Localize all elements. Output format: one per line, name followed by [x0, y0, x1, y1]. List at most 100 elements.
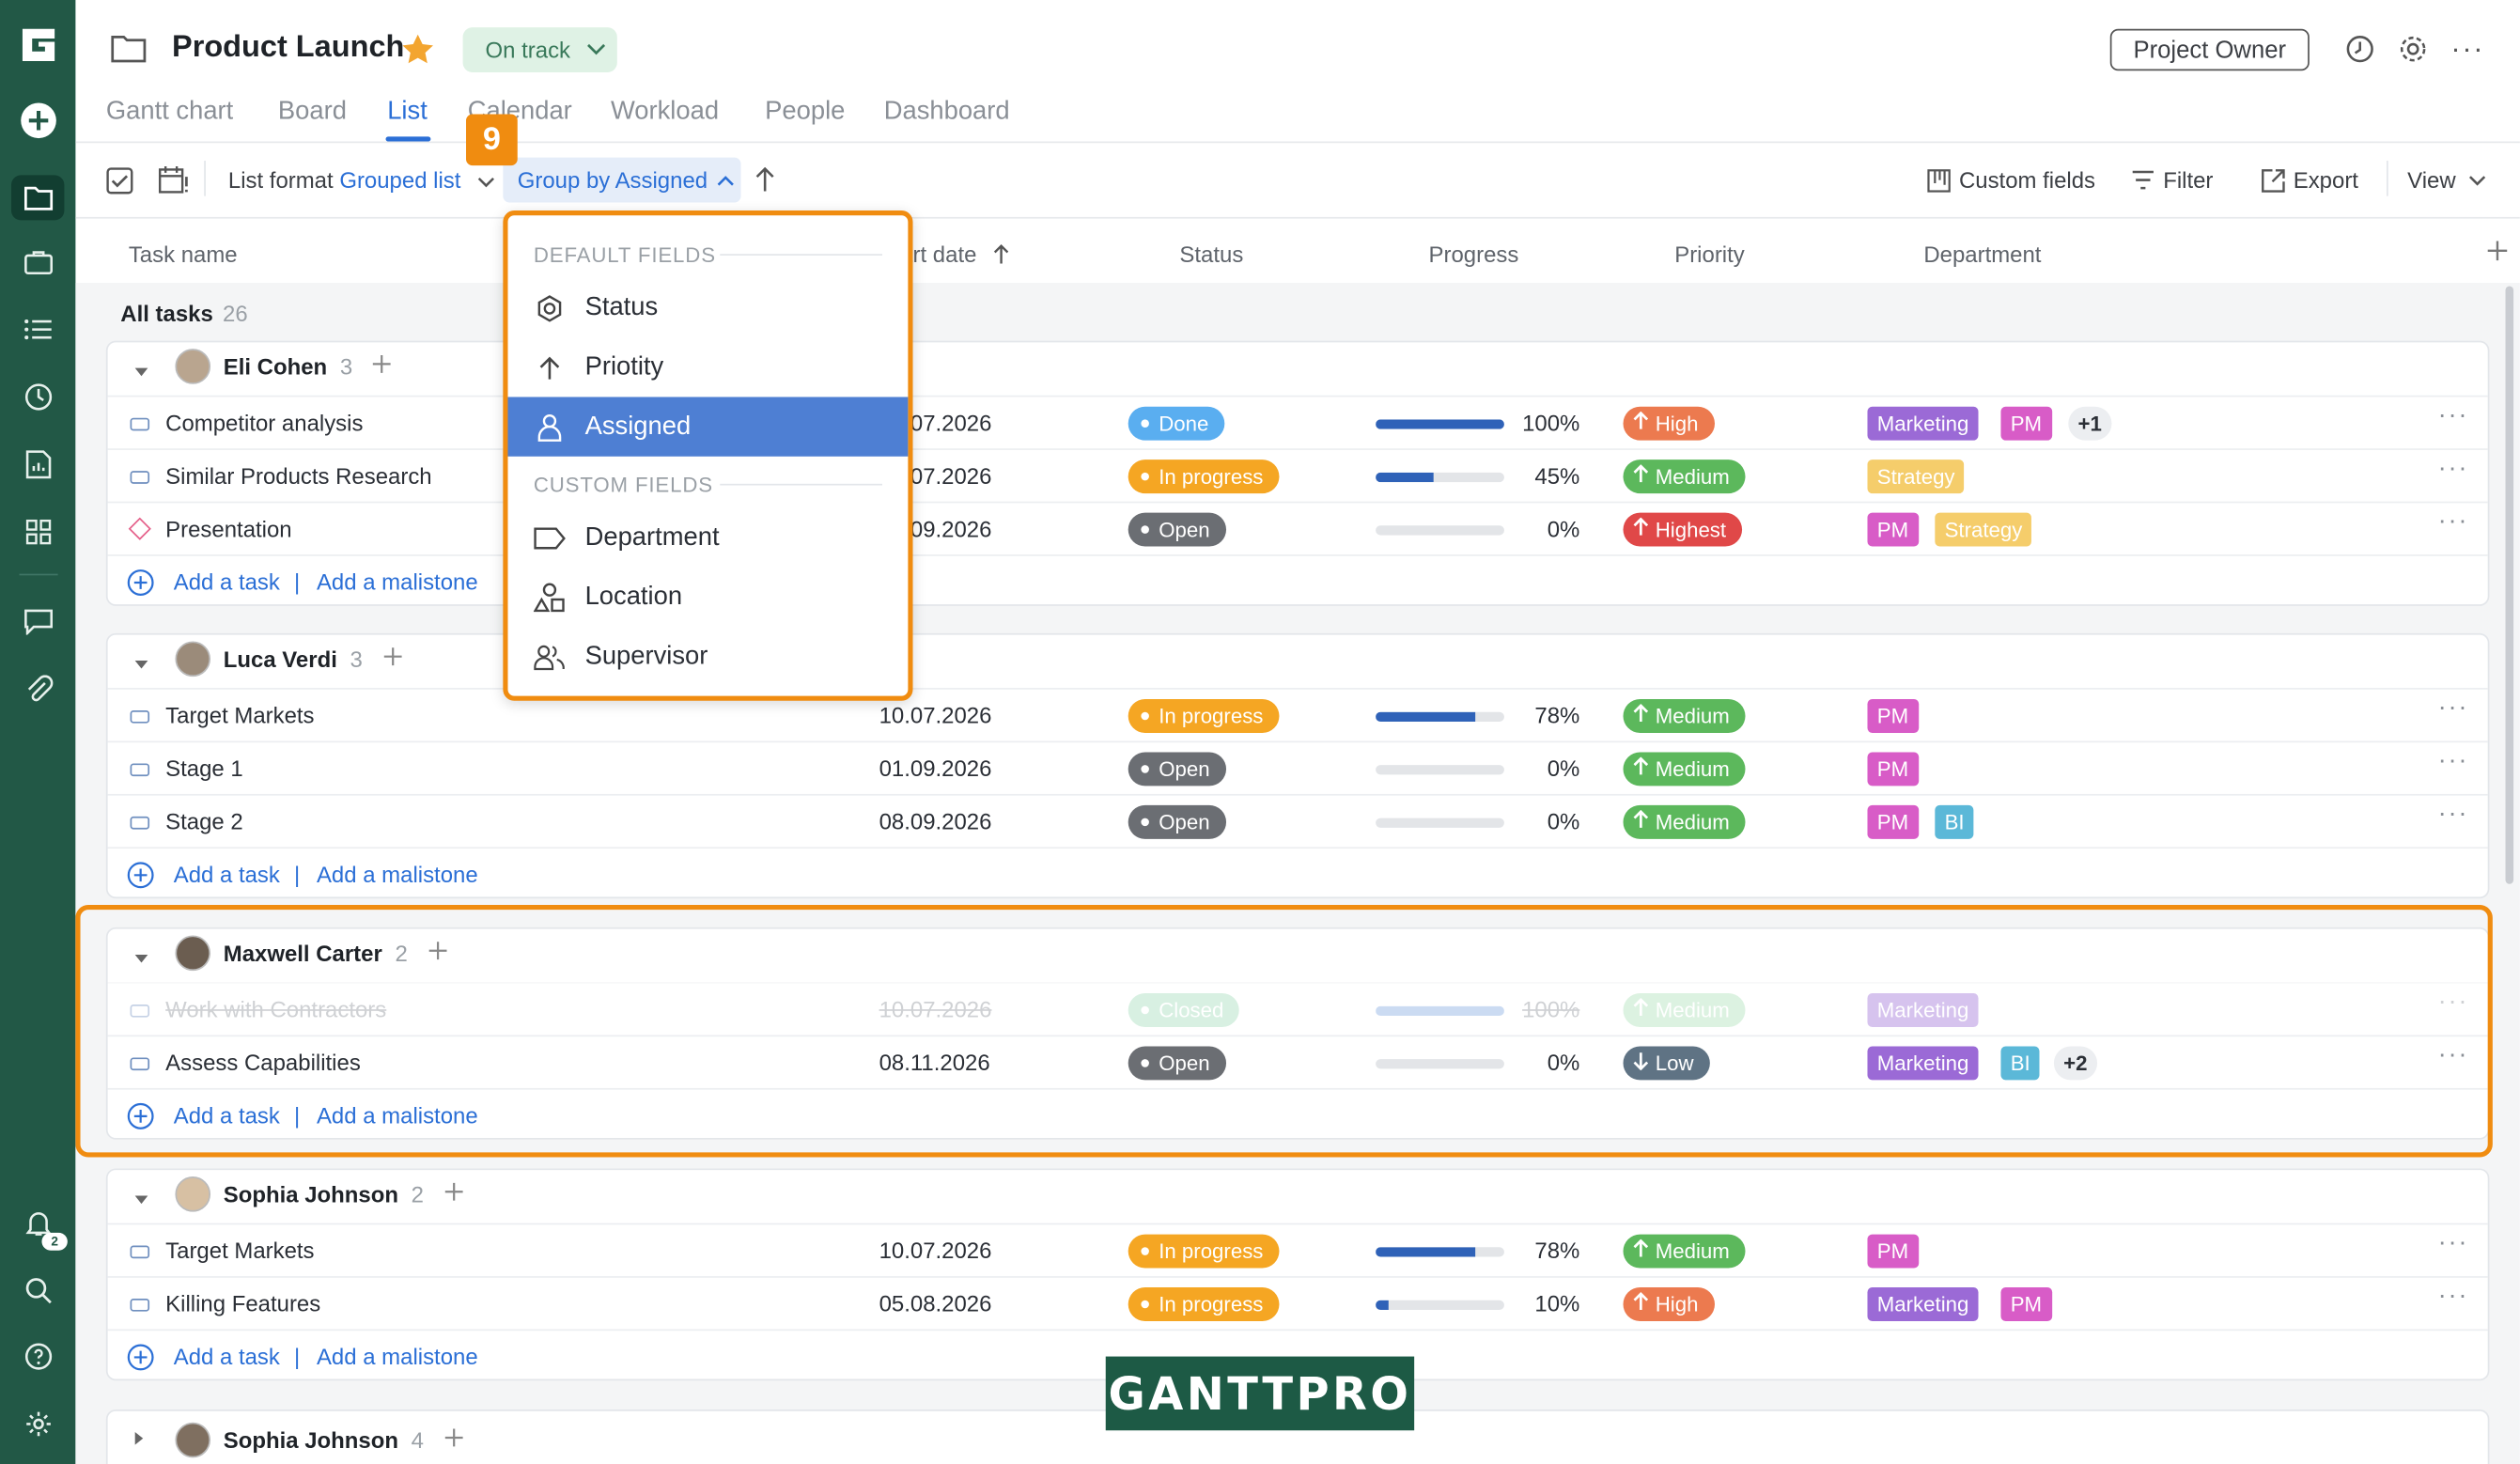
department-tag[interactable]: Strategy: [1935, 512, 2032, 547]
tab-list[interactable]: List: [387, 98, 428, 127]
table-row[interactable]: Competitor analysis 01.07.2026 Done 100% Hig…: [107, 395, 2488, 448]
menu-item-assigned[interactable]: Assigned: [507, 397, 909, 457]
search-icon[interactable]: [18, 1269, 59, 1311]
priority-badge[interactable]: Medium: [1623, 459, 1746, 494]
table-row[interactable]: Target Markets 10.07.2026 In progress 78% Me…: [107, 688, 2488, 740]
priority-badge[interactable]: High: [1623, 1287, 1715, 1321]
task-name[interactable]: Presentation: [165, 516, 291, 541]
expand-chevron-icon[interactable]: [133, 1425, 145, 1451]
department-tag[interactable]: PM: [2000, 1287, 2052, 1321]
priority-badge[interactable]: Highest: [1623, 512, 1743, 547]
group-by-dropdown[interactable]: Group by Assigned: [503, 157, 741, 203]
tab-gantt-chart[interactable]: Gantt chart: [106, 98, 233, 127]
help-icon[interactable]: [18, 1335, 59, 1377]
priority-badge[interactable]: Medium: [1623, 804, 1746, 839]
ganttpro-logo[interactable]: [16, 23, 61, 68]
chat-icon[interactable]: [18, 601, 59, 643]
status-badge-in-progress[interactable]: In progress: [1128, 699, 1280, 733]
favorite-star-icon[interactable]: [400, 32, 436, 75]
export-button[interactable]: Export: [2262, 167, 2358, 193]
department-tag[interactable]: PM: [1867, 752, 1919, 787]
start-date[interactable]: 01.09.2026: [879, 755, 992, 781]
project-role-button[interactable]: Project Owner: [2109, 28, 2310, 71]
projects-folder-icon[interactable]: [10, 175, 65, 221]
department-tag[interactable]: Strategy: [1867, 459, 1965, 494]
my-tasks-list-icon[interactable]: [18, 308, 59, 350]
collapse-chevron-icon[interactable]: [133, 1185, 149, 1210]
row-more-options-icon[interactable]: ···: [2438, 507, 2468, 537]
add-column-plus-icon[interactable]: [2486, 240, 2509, 270]
department-tag[interactable]: PM: [1867, 804, 1919, 839]
collapse-chevron-icon[interactable]: [133, 357, 149, 382]
dashboard-grid-icon[interactable]: [18, 511, 59, 553]
menu-item-location[interactable]: Location: [507, 568, 908, 627]
col-task-name[interactable]: Task name: [129, 241, 238, 267]
menu-item-status[interactable]: Status: [507, 278, 908, 337]
status-badge-in-progress[interactable]: In progress: [1128, 459, 1280, 494]
settings-gear-icon[interactable]: [18, 1403, 59, 1444]
department-tag[interactable]: Marketing: [1867, 406, 1979, 441]
attachment-icon[interactable]: [18, 669, 59, 710]
start-date[interactable]: 10.07.2026: [879, 1238, 992, 1263]
row-more-options-icon[interactable]: ···: [2438, 747, 2468, 776]
col-status[interactable]: Status: [1179, 241, 1243, 267]
status-badge-in-progress[interactable]: In progress: [1128, 1287, 1280, 1321]
department-tag[interactable]: +1: [2068, 406, 2112, 441]
task-name[interactable]: Stage 1: [165, 755, 243, 781]
select-checkbox-icon[interactable]: [106, 167, 133, 203]
vertical-scrollbar[interactable]: [2505, 286, 2514, 884]
priority-badge[interactable]: Medium: [1623, 699, 1746, 733]
add-milestone-link[interactable]: Add a malistone: [317, 568, 478, 594]
col-department[interactable]: Department: [1923, 241, 2041, 267]
row-more-options-icon[interactable]: ···: [2438, 455, 2468, 484]
filter-button[interactable]: Filter: [2131, 167, 2213, 193]
menu-item-priority[interactable]: Priotity: [507, 337, 908, 397]
status-badge-open[interactable]: Open: [1128, 804, 1226, 839]
table-row[interactable]: Presentation 09.09.2026 Open 0% Highest PM Str…: [107, 501, 2488, 554]
department-tag[interactable]: Marketing: [1867, 1287, 1979, 1321]
add-task-link[interactable]: Add a task: [174, 862, 280, 887]
row-more-options-icon[interactable]: ···: [2438, 801, 2468, 830]
row-more-options-icon[interactable]: ···: [2438, 694, 2468, 724]
table-row[interactable]: Killing Features 05.08.2026 In progress 10%…: [107, 1276, 2488, 1329]
group-header[interactable]: Eli Cohen 3: [175, 349, 393, 384]
group-header[interactable]: Luca Verdi 3: [175, 641, 402, 677]
priority-badge[interactable]: Medium: [1623, 752, 1746, 787]
department-tag[interactable]: BI: [1935, 804, 1974, 839]
add-task-link[interactable]: Add a task: [174, 568, 280, 594]
group-header[interactable]: Sophia Johnson 4: [175, 1422, 464, 1458]
reports-icon[interactable]: [18, 444, 59, 485]
priority-badge[interactable]: Medium: [1623, 1234, 1746, 1269]
history-icon[interactable]: [2344, 34, 2374, 72]
department-tag[interactable]: PM: [1867, 699, 1919, 733]
menu-item-department[interactable]: Department: [507, 507, 908, 567]
tab-workload[interactable]: Workload: [611, 98, 719, 127]
task-name[interactable]: Target Markets: [165, 702, 314, 727]
start-date[interactable]: 08.09.2026: [879, 808, 992, 833]
more-options-icon[interactable]: ···: [2450, 32, 2484, 66]
sort-arrow-up-icon[interactable]: [755, 166, 775, 201]
portfolio-briefcase-icon[interactable]: [18, 241, 59, 283]
status-badge-open[interactable]: Open: [1128, 752, 1226, 787]
group-header[interactable]: Sophia Johnson 2: [175, 1176, 463, 1212]
task-name[interactable]: Target Markets: [165, 1238, 314, 1263]
collapse-chevron-icon[interactable]: [133, 649, 149, 675]
tab-people[interactable]: People: [765, 98, 845, 127]
add-task-plus-icon[interactable]: [372, 353, 393, 379]
department-tag[interactable]: PM: [2000, 406, 2052, 441]
task-name[interactable]: Competitor analysis: [165, 410, 363, 435]
add-task-plus-icon[interactable]: [443, 1181, 464, 1207]
table-row[interactable]: Stage 1 01.09.2026 Open 0% Medium PM ···: [107, 740, 2488, 793]
add-milestone-link[interactable]: Add a malistone: [317, 862, 478, 887]
department-tag[interactable]: PM: [1867, 1234, 1919, 1269]
custom-fields-button[interactable]: Custom fields: [1927, 167, 2095, 193]
add-task-plus-icon[interactable]: [443, 1427, 464, 1453]
add-circle-plus-icon[interactable]: [127, 568, 154, 604]
row-more-options-icon[interactable]: ···: [2438, 1229, 2468, 1258]
row-more-options-icon[interactable]: ···: [2438, 1283, 2468, 1312]
start-date[interactable]: 10.07.2026: [879, 702, 992, 727]
add-task-link[interactable]: Add a task: [174, 1344, 280, 1369]
table-row[interactable]: Target Markets 10.07.2026 In progress 78% Me…: [107, 1223, 2488, 1276]
status-badge-done[interactable]: Done: [1128, 406, 1225, 441]
add-icon[interactable]: [18, 100, 59, 141]
